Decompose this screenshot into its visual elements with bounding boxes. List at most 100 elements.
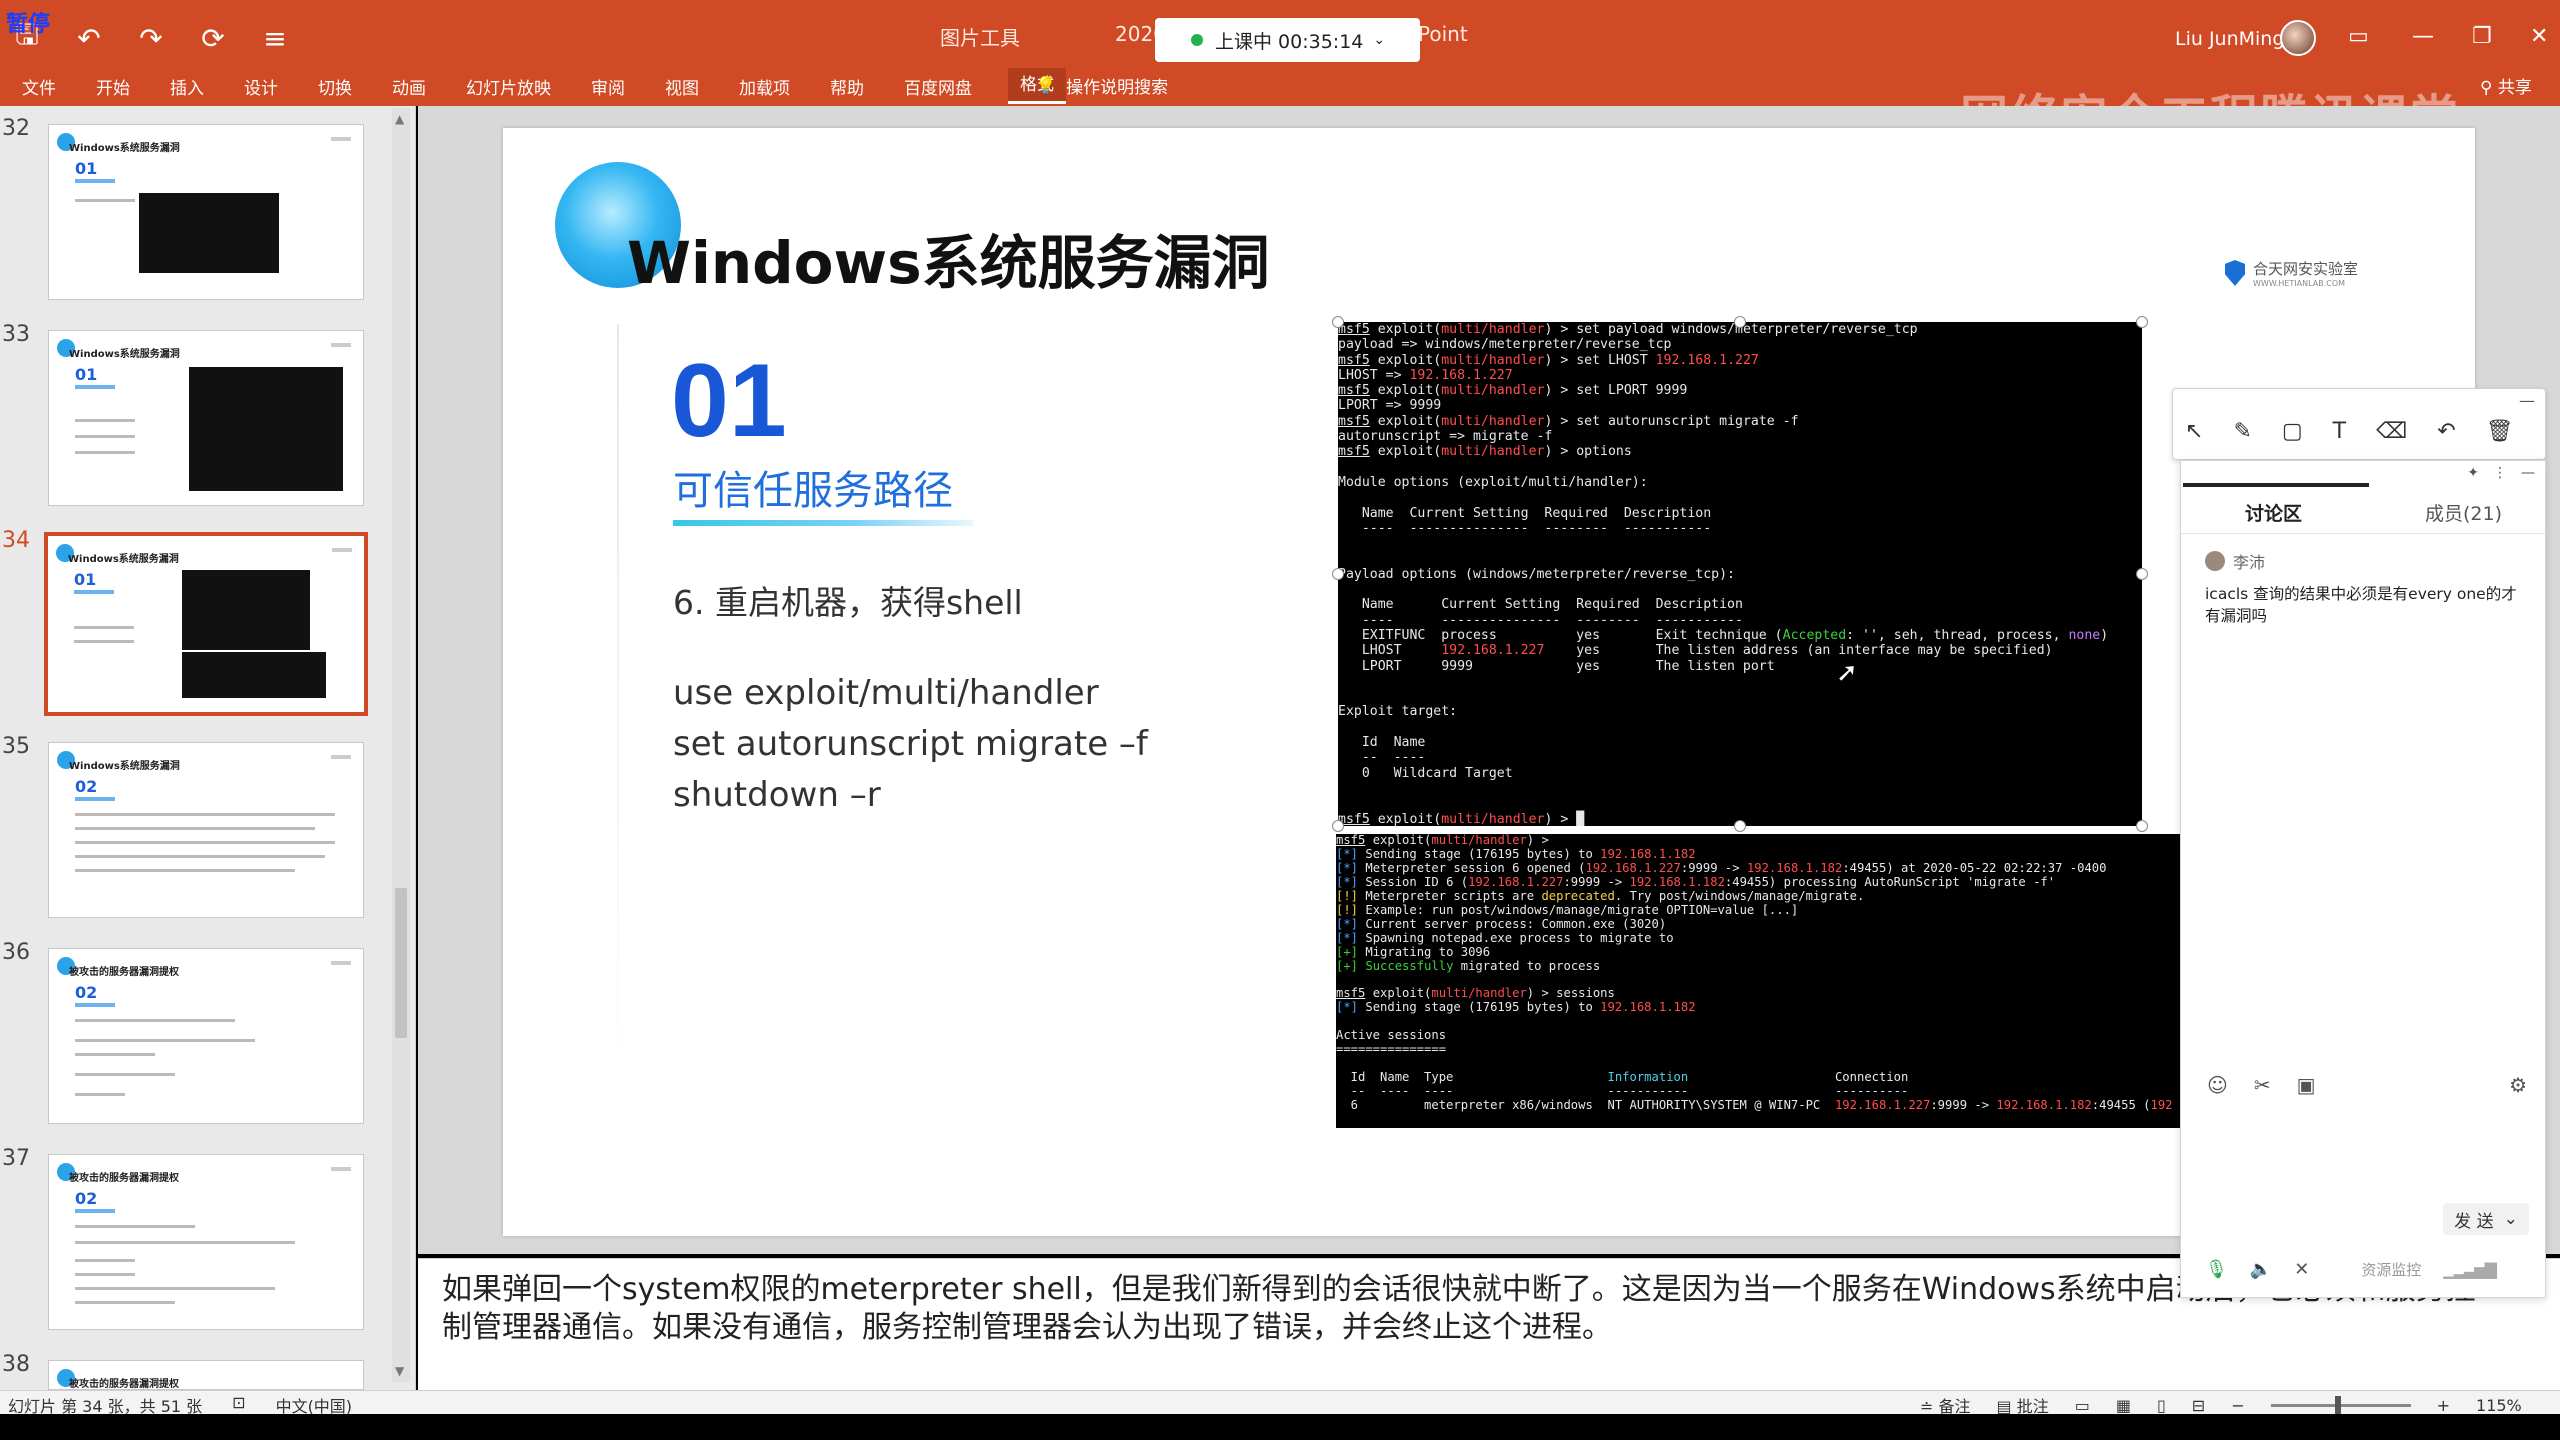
thumbnail-slide-38[interactable]: 被攻击的服务器漏洞提权: [48, 1360, 364, 1390]
tab-design[interactable]: 设计: [240, 72, 282, 104]
section-number[interactable]: 01: [671, 342, 787, 461]
thumb-number: 38: [2, 1352, 30, 1377]
normal-view-icon[interactable]: ▭: [2075, 1396, 2090, 1415]
step-text[interactable]: 6. 重启机器，获得shell: [673, 576, 1023, 624]
thumb-number: 37: [2, 1146, 30, 1171]
resize-handle[interactable]: [1332, 820, 1344, 832]
terminal-screenshot-selected[interactable]: msf5 exploit(multi/handler) > set payloa…: [1338, 322, 2142, 826]
speaker-icon[interactable]: 🔈: [2250, 1259, 2272, 1280]
tab-review[interactable]: 审阅: [587, 72, 629, 104]
eraser-icon[interactable]: ⌫: [2376, 419, 2407, 444]
tab-file[interactable]: 文件: [18, 72, 60, 104]
thumbnail-slide-36[interactable]: 被攻击的服务器漏洞提权 02: [48, 948, 364, 1124]
thumb-text-line: [75, 419, 135, 422]
scroll-down-icon[interactable]: ▼: [395, 1364, 404, 1378]
tab-view[interactable]: 视图: [661, 72, 703, 104]
quick-access-toolbar: 🖫 ↶ ↷ ⟳ ≡: [10, 14, 292, 62]
slideshow-view-icon[interactable]: ⊟: [2192, 1396, 2205, 1415]
resize-handle[interactable]: [1734, 820, 1746, 832]
command-list[interactable]: use exploit/multi/handler set autorunscr…: [673, 668, 1148, 821]
scissors-icon[interactable]: ✂: [2254, 1073, 2271, 1097]
zoom-slider[interactable]: [2270, 1395, 2411, 1414]
tab-discussion[interactable]: 讨论区: [2245, 499, 2302, 526]
thumb-text-line: [75, 1287, 275, 1290]
pen-icon[interactable]: ✎: [2233, 419, 2251, 444]
pointer-icon[interactable]: ↖: [2185, 419, 2203, 444]
tab-addins[interactable]: 加载项: [735, 72, 794, 104]
camera-off-icon[interactable]: ✕: [2294, 1259, 2309, 1280]
more-icon[interactable]: ⋮: [2493, 465, 2507, 481]
share-label: 共享: [2497, 78, 2532, 98]
pause-label[interactable]: 暂停: [6, 6, 50, 38]
share-button[interactable]: ⚲ 共享: [2480, 73, 2532, 98]
slide-sorter-icon[interactable]: ▦: [2116, 1396, 2131, 1415]
text-icon[interactable]: T: [2333, 419, 2346, 444]
emoji-icon[interactable]: ☺: [2207, 1073, 2228, 1097]
thumb-underline: [75, 179, 115, 183]
resize-handle[interactable]: [1332, 316, 1344, 328]
restore-icon[interactable]: ❐: [2472, 24, 2492, 49]
chevron-down-icon: ⌄: [1373, 32, 1386, 48]
customize-qat-icon[interactable]: ≡: [258, 22, 292, 55]
divider: [2181, 533, 2547, 534]
resize-handle[interactable]: [2136, 820, 2148, 832]
tab-home[interactable]: 开始: [92, 72, 134, 104]
scroll-up-icon[interactable]: ▲: [395, 112, 404, 126]
terminal-screenshot-2[interactable]: msf5 exploit(multi/handler) > [*] Sendin…: [1336, 834, 2182, 1128]
slide-title[interactable]: Windows系统服务漏洞: [627, 216, 1270, 300]
scrollbar-thumb[interactable]: [395, 888, 407, 1038]
user-name[interactable]: Liu JunMing: [2175, 28, 2284, 50]
thumb-underline: [74, 590, 114, 594]
thumbnails-scrollbar[interactable]: ▲ ▼: [392, 108, 410, 1382]
hetian-logo: 合天网安实验室 WWW.HETIANLAB.COM: [2225, 258, 2358, 288]
tab-slideshow[interactable]: 幻灯片放映: [462, 72, 555, 104]
thumb-logo: [331, 137, 351, 141]
start-slideshow-icon[interactable]: ⟳: [196, 22, 230, 55]
send-button[interactable]: 发 送 ⌄: [2443, 1203, 2529, 1235]
zoom-in-icon[interactable]: +: [2437, 1396, 2450, 1415]
resource-monitor-label[interactable]: 资源监控: [2361, 1259, 2421, 1280]
tab-members[interactable]: 成员(21): [2425, 499, 2502, 526]
tell-me-search[interactable]: 💡 操作说明搜索: [1035, 73, 1168, 99]
thumbnail-slide-35[interactable]: Windows系统服务漏洞 02: [48, 742, 364, 918]
reading-view-icon[interactable]: ▯: [2157, 1396, 2166, 1415]
minimize-icon[interactable]: —: [2521, 465, 2535, 481]
thumbnail-slide-32[interactable]: Windows系统服务漏洞 01: [48, 124, 364, 300]
thumb-title: Windows系统服务漏洞: [68, 554, 179, 565]
minimize-icon[interactable]: —: [2519, 391, 2535, 410]
zoom-level[interactable]: 115%: [2476, 1396, 2522, 1415]
class-timer-pill[interactable]: 上课中 00:35:14 ⌄: [1155, 18, 1420, 62]
microphone-icon[interactable]: 🎙: [2205, 1259, 2228, 1280]
tab-help[interactable]: 帮助: [826, 72, 868, 104]
tab-baidu-netdisk[interactable]: 百度网盘: [900, 72, 976, 104]
avatar[interactable]: [2280, 20, 2316, 56]
minimize-icon[interactable]: —: [2412, 24, 2434, 49]
tab-insert[interactable]: 插入: [166, 72, 208, 104]
redo-icon[interactable]: ↷: [134, 22, 168, 55]
rectangle-icon[interactable]: ▢: [2282, 419, 2303, 444]
thumb-underline: [75, 797, 115, 801]
resize-handle[interactable]: [2136, 568, 2148, 580]
thumb-number: 33: [2, 322, 30, 347]
section-subtitle[interactable]: 可信任服务路径: [673, 458, 953, 516]
zoom-out-icon[interactable]: −: [2231, 1396, 2244, 1415]
tab-transitions[interactable]: 切换: [314, 72, 356, 104]
thumbnail-slide-34[interactable]: Windows系统服务漏洞 01: [44, 532, 368, 716]
settings-icon[interactable]: ⚙: [2509, 1073, 2527, 1097]
resize-handle[interactable]: [2136, 316, 2148, 328]
term-module: multi/handler: [1441, 322, 1545, 337]
ribbon-display-icon[interactable]: ▭: [2348, 24, 2369, 49]
close-icon[interactable]: ✕: [2530, 24, 2548, 49]
pin-icon[interactable]: ✦: [2467, 465, 2479, 481]
thumbnail-slide-37[interactable]: 被攻击的服务器漏洞提权 02: [48, 1154, 364, 1330]
resize-handle[interactable]: [1332, 568, 1344, 580]
undo-icon[interactable]: ↶: [2437, 419, 2455, 444]
tab-animations[interactable]: 动画: [388, 72, 430, 104]
image-icon[interactable]: ▣: [2297, 1073, 2316, 1097]
notes-text[interactable]: 如果弹回一个system权限的meterpreter shell，但是我们新得到…: [442, 1271, 2482, 1347]
undo-icon[interactable]: ↶: [72, 22, 106, 55]
trash-icon[interactable]: 🗑: [2486, 419, 2514, 444]
resize-handle[interactable]: [1734, 316, 1746, 328]
thumbnail-slide-33[interactable]: Windows系统服务漏洞 01: [48, 330, 364, 506]
thumb-section-num: 02: [75, 777, 98, 796]
